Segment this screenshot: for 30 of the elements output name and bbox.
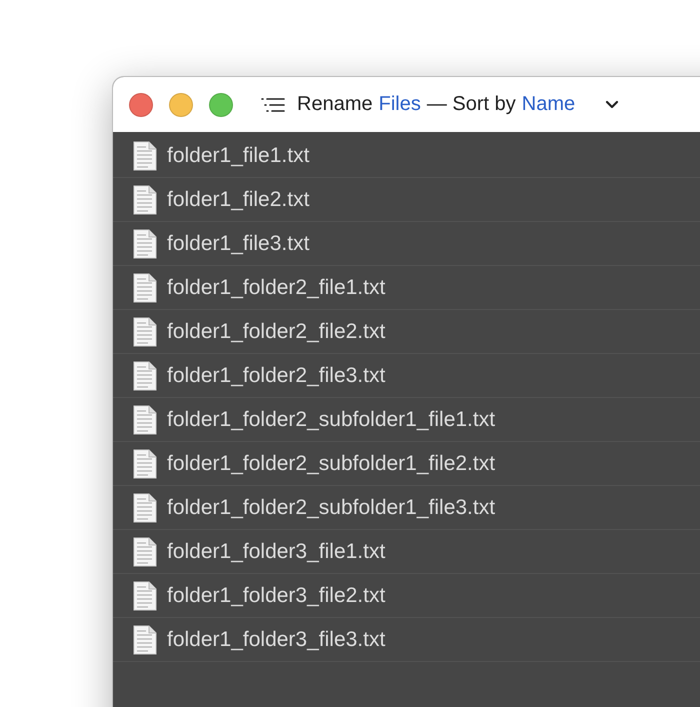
zoom-button[interactable] — [209, 92, 233, 116]
chevron-down-icon[interactable] — [605, 100, 620, 110]
document-icon — [133, 580, 157, 610]
document-icon — [133, 316, 157, 346]
document-icon — [133, 140, 157, 170]
document-icon — [133, 272, 157, 302]
document-icon — [133, 492, 157, 522]
window-title: Rename Files — Sort by Name — [297, 93, 576, 116]
file-name[interactable]: folder1_folder3_file3.txt — [167, 628, 386, 652]
file-name[interactable]: folder1_folder2_file2.txt — [167, 320, 386, 344]
minimize-button[interactable] — [169, 92, 193, 116]
file-name[interactable]: folder1_folder3_file1.txt — [167, 540, 386, 564]
file-name[interactable]: folder1_file2.txt — [167, 188, 310, 212]
close-button[interactable] — [129, 92, 153, 116]
document-icon — [133, 448, 157, 478]
file-name[interactable]: folder1_folder2_file3.txt — [167, 364, 386, 388]
file-name[interactable]: folder1_file1.txt — [167, 144, 310, 168]
file-name[interactable]: folder1_folder2_file1.txt — [167, 276, 386, 300]
file-name[interactable]: folder1_file3.txt — [167, 232, 310, 256]
file-name[interactable]: folder1_folder2_subfolder1_file3.txt — [167, 496, 496, 520]
file-name[interactable]: folder1_folder2_subfolder1_file2.txt — [167, 452, 496, 476]
file-name[interactable]: folder1_folder3_file2.txt — [167, 584, 386, 608]
document-icon — [133, 184, 157, 214]
document-icon — [133, 404, 157, 434]
list-icon[interactable] — [261, 96, 285, 112]
document-icon — [133, 228, 157, 258]
document-icon — [133, 360, 157, 390]
file-name[interactable]: folder1_folder2_subfolder1_file1.txt — [167, 408, 496, 432]
document-icon — [133, 536, 157, 566]
document-icon — [133, 624, 157, 654]
